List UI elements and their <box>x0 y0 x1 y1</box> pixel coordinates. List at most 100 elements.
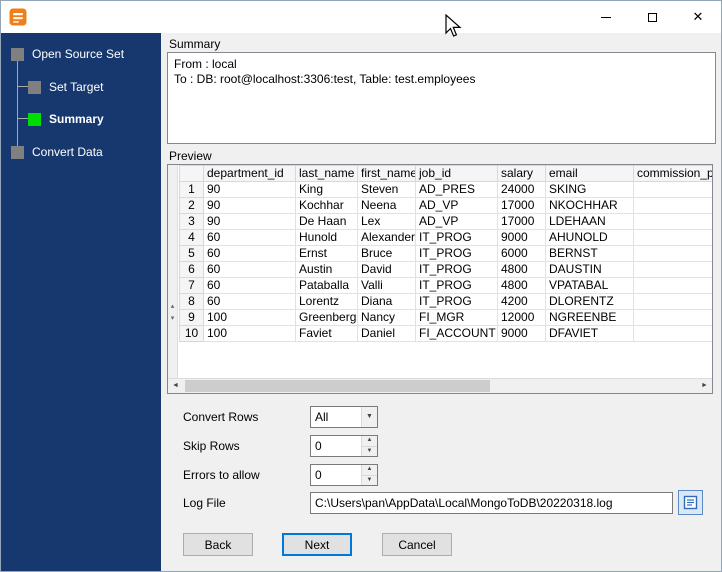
table-cell[interactable]: IT_PROG <box>415 293 498 310</box>
table-cell[interactable] <box>633 181 712 198</box>
table-cell[interactable]: IT_PROG <box>415 261 498 278</box>
close-button[interactable]: ✕ <box>675 2 721 33</box>
table-cell[interactable]: 90 <box>203 213 296 230</box>
table-cell[interactable]: 4800 <box>497 261 546 278</box>
horizontal-scrollbar-thumb[interactable] <box>185 380 490 392</box>
spin-up-icon[interactable]: ▲ <box>362 465 377 476</box>
table-cell[interactable]: IT_PROG <box>415 277 498 294</box>
table-cell[interactable]: LDEHAAN <box>545 213 634 230</box>
column-header-email[interactable]: email <box>545 165 634 182</box>
table-row[interactable]: 4 60 Hunold Alexander IT_PROG 9000 AHUNOLD <box>179 229 712 246</box>
open-log-button[interactable] <box>678 490 703 515</box>
table-row[interactable]: 8 60 Lorentz Diana IT_PROG 4200 DLORENTZ <box>179 293 712 310</box>
table-cell[interactable]: IT_PROG <box>415 245 498 262</box>
cancel-button[interactable]: Cancel <box>382 533 452 556</box>
table-cell[interactable] <box>633 197 712 214</box>
table-cell[interactable]: 17000 <box>497 197 546 214</box>
table-cell[interactable]: 4200 <box>497 293 546 310</box>
table-cell[interactable]: 60 <box>203 293 296 310</box>
table-cell[interactable]: 60 <box>203 261 296 278</box>
table-cell[interactable]: Hunold <box>295 229 358 246</box>
table-cell[interactable]: IT_PROG <box>415 229 498 246</box>
maximize-button[interactable] <box>629 2 675 33</box>
spin-down-icon[interactable]: ▼ <box>362 475 377 485</box>
column-header-department_id[interactable]: department_id <box>203 165 296 182</box>
table-cell[interactable]: 60 <box>203 277 296 294</box>
table-cell[interactable]: Faviet <box>295 325 358 342</box>
convert-rows-select[interactable]: All ▼ <box>310 406 378 428</box>
table-cell[interactable]: Lex <box>357 213 416 230</box>
table-row[interactable]: 1 90 King Steven AD_PRES 24000 SKING <box>179 181 712 198</box>
table-cell[interactable] <box>633 309 712 326</box>
column-header-last_name[interactable]: last_name <box>295 165 358 182</box>
spin-down-icon[interactable]: ▼ <box>362 446 377 456</box>
horizontal-scrollbar[interactable]: ◄ ► <box>168 378 712 393</box>
table-cell[interactable]: Pataballa <box>295 277 358 294</box>
table-cell[interactable]: Lorentz <box>295 293 358 310</box>
table-cell[interactable]: Greenberg <box>295 309 358 326</box>
table-cell[interactable]: Steven <box>357 181 416 198</box>
table-cell[interactable]: 60 <box>203 245 296 262</box>
table-cell[interactable]: FI_ACCOUNT <box>415 325 498 342</box>
vertical-scrollbar[interactable]: ▴ ▾ <box>168 165 178 378</box>
table-cell[interactable]: Kochhar <box>295 197 358 214</box>
table-cell[interactable]: Bruce <box>357 245 416 262</box>
table-cell[interactable]: 60 <box>203 229 296 246</box>
spin-up-icon[interactable]: ▲ <box>362 436 377 447</box>
table-cell[interactable]: NKOCHHAR <box>545 197 634 214</box>
scroll-up-icon[interactable]: ▴ <box>168 303 177 311</box>
table-cell[interactable]: 100 <box>203 325 296 342</box>
table-cell[interactable]: AD_VP <box>415 213 498 230</box>
table-cell[interactable]: David <box>357 261 416 278</box>
summary-box[interactable]: From : local To : DB: root@localhost:330… <box>167 52 716 144</box>
table-cell[interactable]: Neena <box>357 197 416 214</box>
skip-rows-input[interactable] <box>311 436 361 456</box>
column-header-commission_pct[interactable]: commission_pct <box>633 165 712 182</box>
table-row[interactable]: 7 60 Pataballa Valli IT_PROG 4800 VPATABAL <box>179 277 712 294</box>
table-cell[interactable]: 12000 <box>497 309 546 326</box>
sidebar-step-open-source-set[interactable]: Open Source Set <box>11 47 124 61</box>
column-header-job_id[interactable]: job_id <box>415 165 498 182</box>
minimize-button[interactable] <box>583 2 629 33</box>
table-cell[interactable]: 17000 <box>497 213 546 230</box>
table-cell[interactable]: Daniel <box>357 325 416 342</box>
table-cell[interactable]: 24000 <box>497 181 546 198</box>
scroll-down-icon[interactable]: ▾ <box>168 315 177 323</box>
table-cell[interactable]: 9000 <box>497 229 546 246</box>
table-cell[interactable]: Austin <box>295 261 358 278</box>
table-cell[interactable] <box>633 229 712 246</box>
table-cell[interactable]: AD_VP <box>415 197 498 214</box>
table-row[interactable]: 6 60 Austin David IT_PROG 4800 DAUSTIN <box>179 261 712 278</box>
sidebar-step-convert-data[interactable]: Convert Data <box>11 145 103 159</box>
table-cell[interactable]: DAUSTIN <box>545 261 634 278</box>
table-row[interactable]: 3 90 De Haan Lex AD_VP 17000 LDEHAAN <box>179 213 712 230</box>
table-cell[interactable] <box>633 293 712 310</box>
table-cell[interactable]: 100 <box>203 309 296 326</box>
table-cell[interactable]: AHUNOLD <box>545 229 634 246</box>
table-cell[interactable]: NGREENBE <box>545 309 634 326</box>
table-cell[interactable]: DFAVIET <box>545 325 634 342</box>
sidebar-step-set-target[interactable]: Set Target <box>28 80 103 94</box>
table-cell[interactable]: 90 <box>203 197 296 214</box>
table-cell[interactable]: AD_PRES <box>415 181 498 198</box>
table-row[interactable]: 9 100 Greenberg Nancy FI_MGR 12000 NGREENBE <box>179 309 712 326</box>
table-row[interactable]: 5 60 Ernst Bruce IT_PROG 6000 BERNST <box>179 245 712 262</box>
scroll-left-icon[interactable]: ◄ <box>168 379 183 393</box>
table-cell[interactable]: SKING <box>545 181 634 198</box>
table-cell[interactable]: 4800 <box>497 277 546 294</box>
table-cell[interactable] <box>633 245 712 262</box>
table-cell[interactable] <box>633 277 712 294</box>
table-cell[interactable]: Diana <box>357 293 416 310</box>
scroll-right-icon[interactable]: ► <box>697 379 712 393</box>
table-cell[interactable] <box>633 213 712 230</box>
table-cell[interactable]: 6000 <box>497 245 546 262</box>
table-cell[interactable]: De Haan <box>295 213 358 230</box>
column-header-salary[interactable]: salary <box>497 165 546 182</box>
table-cell[interactable]: DLORENTZ <box>545 293 634 310</box>
table-cell[interactable] <box>633 261 712 278</box>
table-cell[interactable]: 9000 <box>497 325 546 342</box>
errors-to-allow-input[interactable] <box>311 465 361 485</box>
table-cell[interactable]: FI_MGR <box>415 309 498 326</box>
table-cell[interactable]: Alexander <box>357 229 416 246</box>
table-cell[interactable]: BERNST <box>545 245 634 262</box>
